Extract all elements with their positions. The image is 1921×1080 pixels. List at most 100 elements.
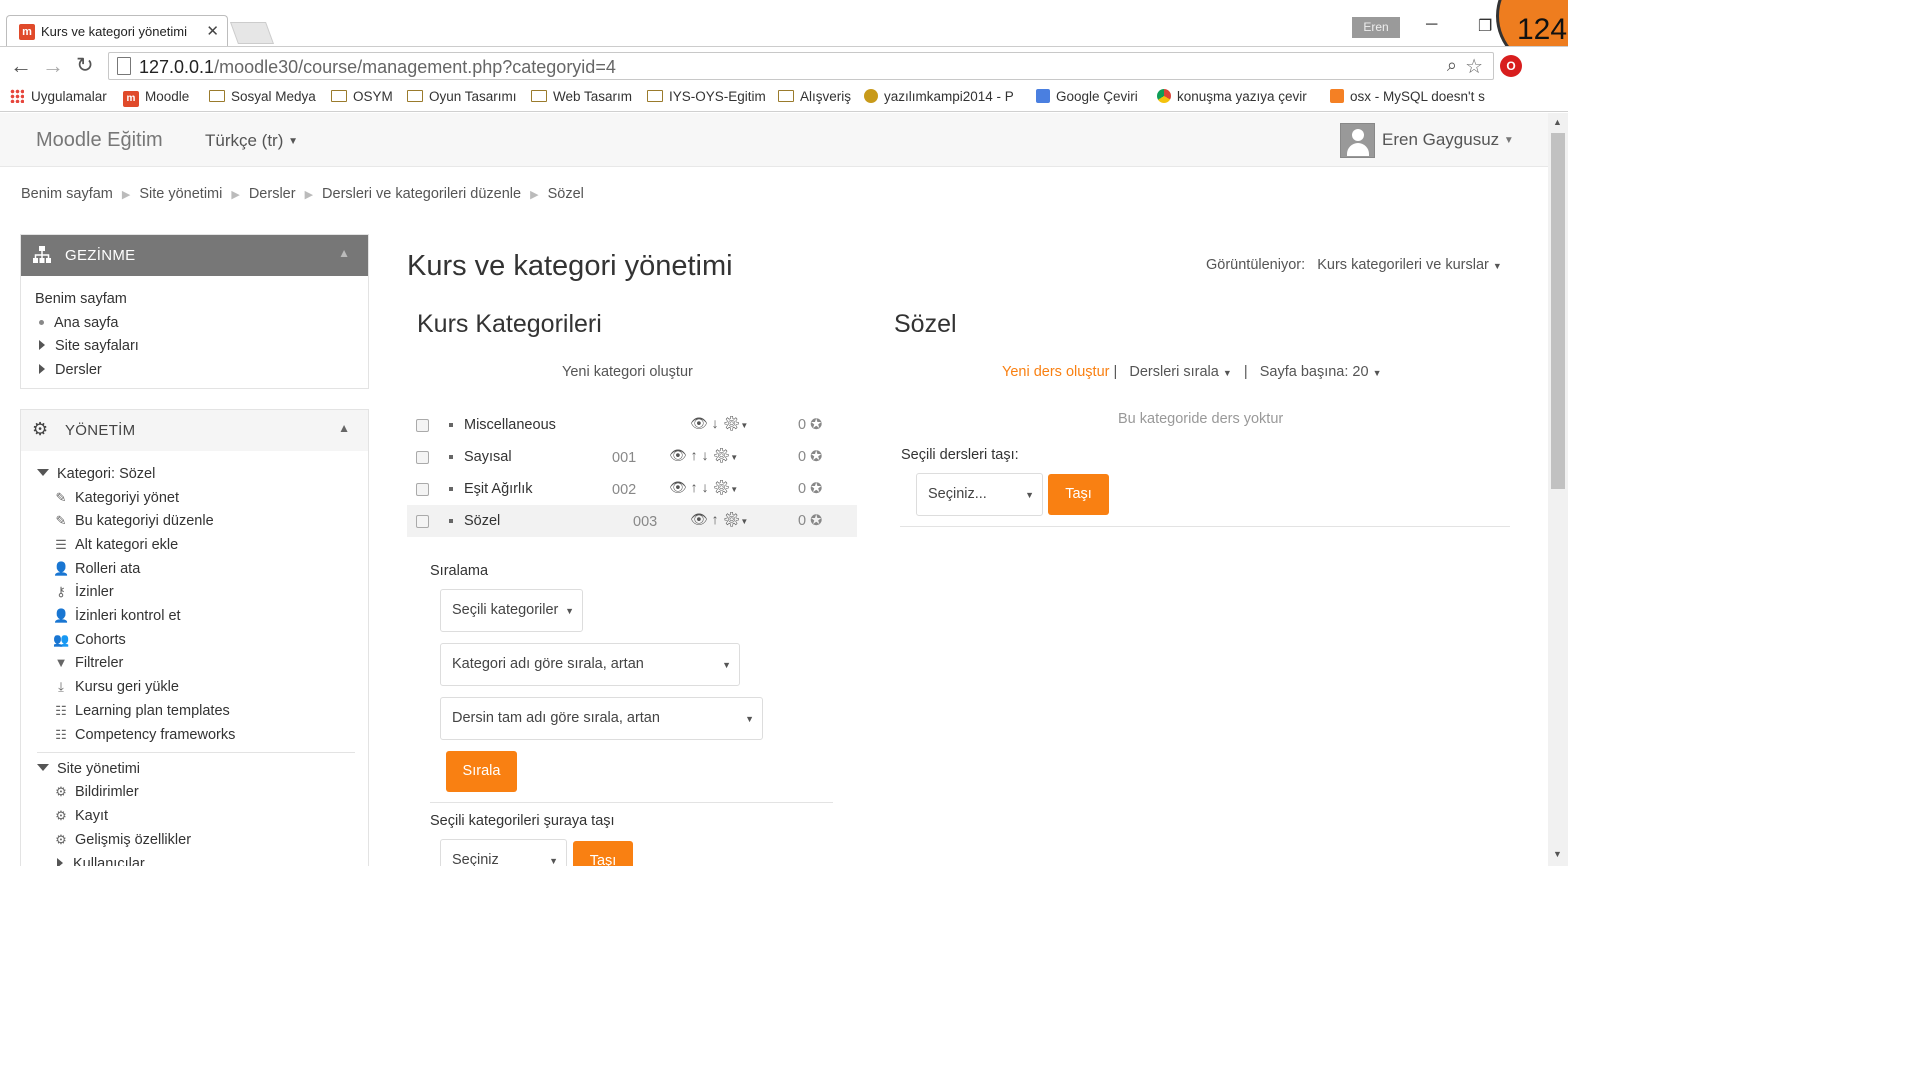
- arrow-up-icon[interactable]: ↑: [691, 447, 698, 463]
- sort-courses-select[interactable]: Dersin tam adı göre sırala, artan ▼: [440, 697, 763, 740]
- admin-item-rolleri-ata[interactable]: 👤 Rolleri ata: [53, 561, 140, 577]
- view-mode-selector[interactable]: Görüntüleniyor: Kurs kategorileri ve kur…: [1206, 257, 1502, 273]
- category-checkbox[interactable]: [416, 515, 429, 528]
- move-categories-select[interactable]: Seçiniz ▼: [440, 839, 567, 866]
- breadcrumb-item[interactable]: Site yönetimi: [139, 186, 222, 202]
- nav-item-ana-sayfa[interactable]: Ana sayfa: [35, 315, 119, 331]
- category-checkbox[interactable]: [416, 483, 429, 496]
- admin-item-alt-kategori-ekle[interactable]: ☰ Alt kategori ekle: [53, 537, 178, 553]
- new-category-link[interactable]: Yeni kategori oluştur: [562, 364, 693, 380]
- admin-item-kategoriyi-yonet[interactable]: ✎ Kategoriyi yönet: [53, 490, 179, 506]
- address-bar[interactable]: 127.0.0.1/moodle30/course/management.php…: [108, 52, 1494, 80]
- nav-item-dersler[interactable]: Dersler: [35, 362, 102, 378]
- new-course-link[interactable]: Yeni ders oluştur: [1002, 364, 1109, 380]
- category-name[interactable]: Sayısal: [464, 449, 512, 465]
- breadcrumb-item[interactable]: Benim sayfam: [21, 186, 113, 202]
- scrollbar-thumb[interactable]: [1551, 133, 1565, 489]
- administration-block-header[interactable]: ⚙ YÖNETİM ▲: [21, 410, 368, 451]
- bookmark-item[interactable]: Google Çeviri: [1036, 89, 1138, 104]
- arrow-up-icon[interactable]: ↑: [691, 479, 698, 495]
- admin-item-kategoriyi-duzenle[interactable]: ✎ Bu kategoriyi düzenle: [53, 513, 214, 529]
- language-menu[interactable]: Türkçe (tr) ▼: [205, 131, 298, 151]
- close-tab-icon[interactable]: ✕: [206, 22, 219, 40]
- sort-scope-select[interactable]: Seçili kategoriler ▼: [440, 589, 583, 632]
- admin-category-node[interactable]: Kategori: Sözel: [37, 466, 155, 482]
- bookmark-item[interactable]: Uygulamalar: [10, 89, 107, 104]
- category-row[interactable]: Miscellaneous 👁 ↓ ⚙▼ 0 ✪: [407, 409, 857, 441]
- restore-icon[interactable]: ❐: [1478, 16, 1492, 36]
- gear-icon[interactable]: ⚙: [723, 415, 741, 431]
- move-courses-select[interactable]: Seçiniz... ▼: [916, 473, 1043, 516]
- category-checkbox[interactable]: [416, 451, 429, 464]
- admin-item-kursu-geri-yukle[interactable]: ⤓ Kursu geri yükle: [53, 679, 179, 695]
- collapse-caret-icon[interactable]: ▲: [338, 246, 350, 260]
- category-checkbox[interactable]: [416, 419, 429, 432]
- scroll-down-icon[interactable]: ▼: [1553, 849, 1562, 859]
- minimize-icon[interactable]: ─: [1426, 16, 1437, 34]
- arrow-down-icon[interactable]: ↓: [702, 479, 709, 495]
- eye-icon[interactable]: 👁: [690, 415, 708, 431]
- arrow-down-icon[interactable]: ↓: [712, 415, 719, 431]
- admin-site-node[interactable]: Site yönetimi: [37, 761, 140, 777]
- sort-button[interactable]: Sırala: [446, 751, 517, 792]
- bookmark-item[interactable]: osx - MySQL doesn't s: [1330, 89, 1490, 104]
- arrow-down-icon[interactable]: ↓: [702, 447, 709, 463]
- collapse-caret-icon[interactable]: ▲: [338, 421, 350, 435]
- admin-item-learning-plan-templates[interactable]: ☷ Learning plan templates: [53, 703, 230, 719]
- admin-item-kullanicilar[interactable]: Kullanıcılar: [53, 856, 145, 866]
- browser-tab[interactable]: m Kurs ve kategori yönetimi ✕: [6, 15, 228, 46]
- sort-courses-menu[interactable]: Dersleri sırala ▼: [1129, 364, 1231, 380]
- zoom-icon[interactable]: ⌕: [1447, 55, 1457, 76]
- breadcrumb-item[interactable]: Dersleri ve kategorileri düzenle: [322, 186, 521, 202]
- bookmark-folder[interactable]: Web Tasarım: [531, 89, 632, 104]
- category-name[interactable]: Sözel: [464, 513, 500, 529]
- admin-item-izinler[interactable]: ⚷ İzinler: [53, 584, 113, 600]
- category-name[interactable]: Eşit Ağırlık: [464, 481, 533, 497]
- eye-icon[interactable]: 👁: [669, 479, 687, 495]
- admin-item-competency-frameworks[interactable]: ☷ Competency frameworks: [53, 727, 235, 743]
- bookmark-folder[interactable]: IYS-OYS-Egitim: [647, 89, 766, 104]
- eye-icon[interactable]: 👁: [690, 511, 708, 527]
- forward-arrow-icon[interactable]: →: [42, 53, 64, 79]
- category-row-active[interactable]: Sözel 003 👁 ↑ ⚙▼ 0 ✪: [407, 505, 857, 537]
- gear-icon[interactable]: ⚙: [723, 511, 741, 527]
- admin-item-cohorts[interactable]: 👥 Cohorts: [53, 632, 126, 648]
- opera-extension-icon[interactable]: O: [1500, 55, 1522, 77]
- per-page-menu[interactable]: Sayfa başına: 20 ▼: [1260, 364, 1382, 380]
- move-courses-button[interactable]: Taşı: [1048, 474, 1109, 515]
- breadcrumb-item[interactable]: Sözel: [548, 186, 584, 202]
- site-brand[interactable]: Moodle Eğitim: [36, 129, 163, 152]
- bookmark-folder[interactable]: Sosyal Medya: [209, 89, 316, 104]
- browser-profile-badge[interactable]: Eren: [1352, 17, 1400, 38]
- admin-item-izinleri-kontrol[interactable]: 👤 İzinleri kontrol et: [53, 608, 181, 624]
- bookmark-folder[interactable]: Alışveriş: [778, 89, 851, 104]
- bookmark-folder[interactable]: OSYM: [331, 89, 393, 104]
- reload-icon[interactable]: ↻: [76, 53, 94, 78]
- bookmark-star-icon[interactable]: ☆: [1465, 54, 1483, 79]
- bookmark-item[interactable]: yazılımkampi2014 - P: [864, 89, 1020, 104]
- admin-item-kayit[interactable]: ⚙ Kayıt: [53, 808, 108, 824]
- admin-item-bildirimler[interactable]: ⚙ Bildirimler: [53, 784, 138, 800]
- bookmark-item[interactable]: m Moodle: [123, 89, 189, 107]
- admin-item-gelismis-ozellikler[interactable]: ⚙ Gelişmiş özellikler: [53, 832, 191, 848]
- arrow-up-icon[interactable]: ↑: [712, 511, 719, 527]
- gear-icon[interactable]: ⚙: [712, 447, 730, 463]
- nav-item-benim-sayfam[interactable]: Benim sayfam: [35, 291, 127, 307]
- navigation-block-header[interactable]: GEZİNME ▲: [21, 235, 368, 276]
- breadcrumb-item[interactable]: Dersler: [249, 186, 296, 202]
- eye-icon[interactable]: 👁: [669, 447, 687, 463]
- admin-item-filtreler[interactable]: ▼ Filtreler: [53, 655, 124, 671]
- page-scrollbar[interactable]: ▲ ▼: [1548, 113, 1568, 866]
- nav-item-site-sayfalari[interactable]: Site sayfaları: [35, 338, 139, 354]
- bookmark-folder[interactable]: Oyun Tasarımı: [407, 89, 517, 104]
- gear-icon[interactable]: ⚙: [712, 479, 730, 495]
- new-tab-button[interactable]: [229, 22, 275, 44]
- category-row[interactable]: Eşit Ağırlık 002 👁 ↑ ↓ ⚙▼ 0 ✪: [407, 473, 857, 505]
- category-name[interactable]: Miscellaneous: [464, 417, 556, 433]
- back-arrow-icon[interactable]: ←: [10, 53, 32, 79]
- move-categories-button[interactable]: Taşı: [573, 841, 633, 866]
- category-row[interactable]: Sayısal 001 👁 ↑ ↓ ⚙▼ 0 ✪: [407, 441, 857, 473]
- sort-categories-select[interactable]: Kategori adı göre sırala, artan ▼: [440, 643, 740, 686]
- bookmark-item[interactable]: konuşma yazıya çevir: [1157, 89, 1313, 104]
- scroll-up-icon[interactable]: ▲: [1553, 117, 1562, 127]
